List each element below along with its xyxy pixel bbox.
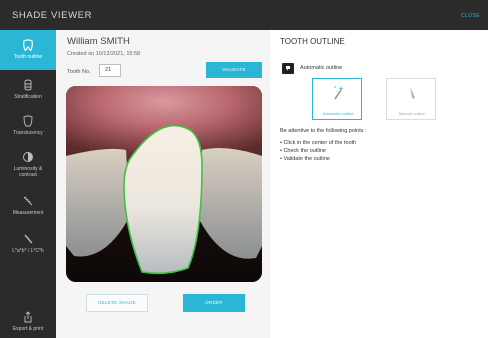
sidebar-item-tooth-outline[interactable]: Tooth outline	[0, 30, 56, 70]
sidebar-item-label: Stratification	[14, 94, 42, 100]
sidebar-item-label: Luminosity & contrast	[13, 166, 43, 178]
instructions-heading: Be attentive to the following points :	[280, 128, 367, 134]
pipette-icon	[21, 232, 35, 246]
mode-label: Automatic outline	[300, 65, 343, 71]
sidebar-item-measurement[interactable]: Measurement	[0, 194, 56, 216]
option-label: Manual outline	[398, 111, 426, 116]
tooth-number-input[interactable]: 21	[99, 64, 121, 77]
section-title: TOOTH OUTLINE	[280, 37, 345, 46]
flag-icon	[282, 63, 294, 74]
translucency-icon	[21, 114, 35, 128]
patient-panel: William SMITH Created on 10/12/2021, 15:…	[56, 30, 270, 338]
sidebar-item-label: L*a*b* / L*C*h	[12, 248, 44, 254]
sidebar-item-lab[interactable]: L*a*b* / L*C*h	[0, 232, 56, 254]
sidebar-item-stratification[interactable]: Stratification	[0, 78, 56, 100]
patient-name: William SMITH	[67, 36, 130, 47]
export-icon	[21, 310, 35, 324]
sidebar-item-label: Export & print	[12, 326, 44, 332]
manual-outline-option[interactable]: Manual outline	[386, 78, 436, 120]
option-label: Automatic outline	[322, 111, 354, 116]
layers-icon	[21, 78, 35, 92]
automatic-outline-option[interactable]: Automatic outline	[312, 78, 362, 120]
list-item: • Check the outline	[280, 148, 326, 154]
sidebar: Tooth outline Stratification Translucenc…	[0, 30, 56, 338]
pen-icon	[406, 85, 418, 101]
sidebar-item-label: Translucency	[13, 130, 43, 136]
tooth-photo[interactable]	[66, 86, 262, 282]
instructions-list: • Click in the center of the tooth • Che…	[280, 139, 356, 163]
close-button[interactable]: CLOSE	[461, 13, 480, 19]
list-item: • Validate the outline	[280, 156, 330, 162]
tooth-icon	[21, 38, 35, 52]
app-title: SHADE VIEWER	[12, 10, 93, 21]
contrast-icon	[21, 150, 35, 164]
validate-button[interactable]: VALIDATE	[206, 62, 262, 78]
ruler-icon	[21, 194, 35, 208]
list-item: • Click in the center of the tooth	[280, 140, 357, 146]
magic-wand-icon	[332, 85, 344, 101]
outline-panel: TOOTH OUTLINE Automatic outline Automati…	[270, 30, 488, 338]
sidebar-item-luminosity[interactable]: Luminosity & contrast	[0, 150, 56, 178]
created-date: Created on 10/12/2021, 15:58	[67, 51, 141, 57]
tooth-number-label: Tooth No.	[67, 69, 91, 75]
title-bar: SHADE VIEWER CLOSE	[0, 0, 488, 30]
sidebar-item-label: Measurement	[12, 210, 44, 216]
sidebar-item-translucency[interactable]: Translucency	[0, 114, 56, 136]
order-button[interactable]: ORDER	[183, 294, 245, 312]
delete-shade-button[interactable]: DELETE SHADE	[86, 294, 148, 312]
sidebar-item-label: Tooth outline	[13, 54, 43, 60]
sidebar-item-export[interactable]: Export & print	[0, 310, 56, 332]
